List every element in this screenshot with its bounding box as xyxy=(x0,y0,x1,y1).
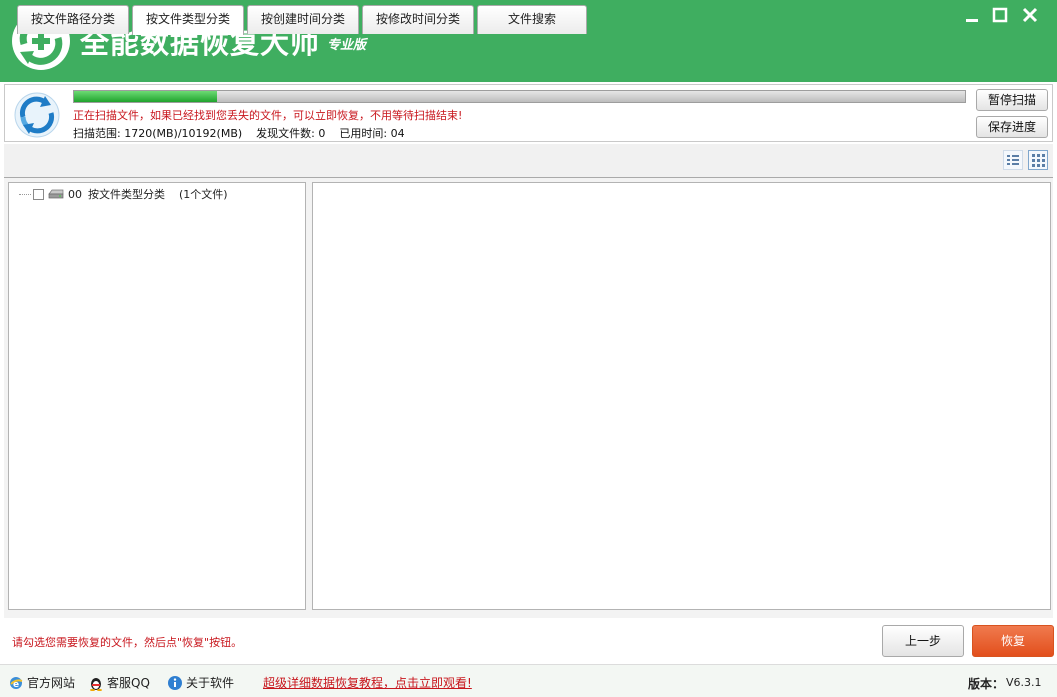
tree-node-checkbox[interactable] xyxy=(33,188,44,200)
tutorial-link[interactable]: 超级详细数据恢复教程，点击立即观看! xyxy=(263,674,472,691)
scan-panel: 正在扫描文件，如果已经找到您丢失的文件，可以立即恢复，不用等待扫描结束! 扫描范… xyxy=(4,84,1053,142)
file-type-tree[interactable]: 00 按文件类型分类 (1个文件) xyxy=(8,182,306,610)
scan-message: 正在扫描文件，如果已经找到您丢失的文件，可以立即恢复，不用等待扫描结束! xyxy=(73,109,463,122)
list-view-button[interactable] xyxy=(1003,150,1023,170)
recover-button[interactable]: 恢复 xyxy=(972,625,1054,657)
about-software-link[interactable]: 关于软件 xyxy=(167,674,234,691)
support-qq-label: 客服QQ xyxy=(107,676,150,690)
svg-text:e: e xyxy=(13,680,19,690)
scan-stats: 扫描范围: 1720(MB)/10192(MB) 发现文件数: 0 已用时间: … xyxy=(73,125,405,141)
tree-node-count: (1个文件) xyxy=(179,188,228,201)
ie-globe-icon: e xyxy=(10,676,23,690)
tab-by-created-time[interactable]: 按创建时间分类 xyxy=(247,5,359,34)
tab-bar xyxy=(4,144,1053,178)
found-count-value: 0 xyxy=(318,127,326,140)
official-site-label: 官方网站 xyxy=(27,676,76,690)
info-icon xyxy=(168,675,182,690)
maximize-icon xyxy=(992,7,1008,23)
official-site-link[interactable]: e 官方网站 xyxy=(8,674,75,691)
list-view-icon xyxy=(1007,155,1019,165)
pause-scan-button[interactable]: 暂停扫描 xyxy=(976,89,1048,111)
support-qq-link[interactable]: 客服QQ xyxy=(88,674,150,691)
version-label: 版本： xyxy=(968,677,1005,691)
scan-range-label: 扫描范围: xyxy=(73,127,121,140)
drive-icon xyxy=(48,189,64,199)
tree-connector xyxy=(19,193,31,195)
minimize-button[interactable] xyxy=(960,4,984,26)
file-list-pane[interactable] xyxy=(312,182,1051,610)
thumbnail-view-icon xyxy=(1032,154,1045,167)
tree-node-code: 00 xyxy=(68,187,82,201)
found-count-label: 发现文件数: xyxy=(256,127,315,140)
previous-step-button[interactable]: 上一步 xyxy=(882,625,964,657)
tree-node-root[interactable]: 00 按文件类型分类 (1个文件) xyxy=(19,186,228,202)
scan-range-value: 1720(MB)/10192(MB) xyxy=(124,127,243,140)
elapsed-time-value: 04 xyxy=(390,127,405,140)
qq-penguin-icon xyxy=(90,677,102,691)
tab-by-type[interactable]: 按文件类型分类 xyxy=(132,5,244,35)
tab-by-path[interactable]: 按文件路径分类 xyxy=(17,5,129,34)
version-value: V6.3.1 xyxy=(1006,676,1042,689)
close-icon xyxy=(1022,7,1038,23)
status-bar xyxy=(0,664,1057,697)
close-button[interactable] xyxy=(1018,4,1042,26)
elapsed-time-label: 已用时间: xyxy=(339,127,388,140)
scan-progress-fill xyxy=(74,91,217,102)
maximize-button[interactable] xyxy=(988,4,1012,26)
tab-file-search[interactable]: 文件搜索 xyxy=(477,5,587,34)
about-software-label: 关于软件 xyxy=(186,676,235,690)
thumbnail-view-button[interactable] xyxy=(1028,150,1048,170)
minimize-icon xyxy=(966,19,978,22)
scan-refresh-icon xyxy=(14,92,60,138)
app-edition: 专业版 xyxy=(327,38,367,53)
tab-by-modified-time[interactable]: 按修改时间分类 xyxy=(362,5,474,34)
recover-hint: 请勾选您需要恢复的文件，然后点"恢复"按钮。 xyxy=(12,636,243,649)
save-progress-button[interactable]: 保存进度 xyxy=(976,116,1048,138)
scan-progress-bar xyxy=(73,90,966,103)
tree-node-label: 按文件类型分类 xyxy=(88,188,165,201)
